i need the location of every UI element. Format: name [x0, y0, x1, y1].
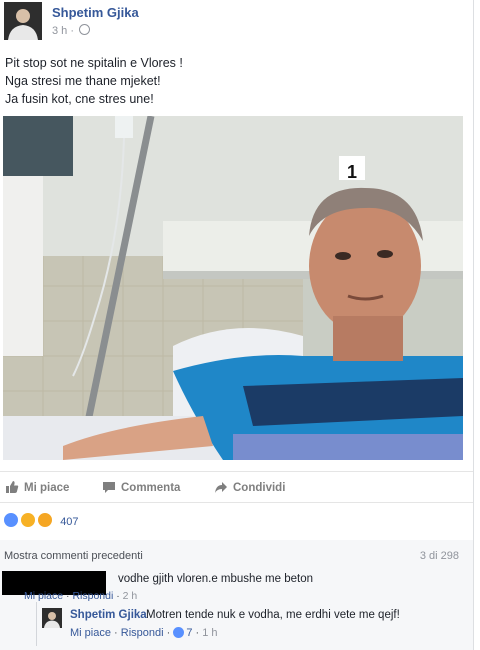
reply-text: Motren tende nuk e vodha, me erdhi vete …	[146, 609, 400, 621]
post-meta: 3 h ·	[52, 24, 91, 37]
like-button[interactable]: Mi piace	[5, 480, 69, 494]
reply-like-link[interactable]: Mi piace	[70, 627, 111, 639]
like-reaction-icon	[3, 512, 19, 528]
reply-actions: Mi piace · Rispondi · 7 · 1 h	[70, 627, 218, 639]
sad-reaction-icon	[20, 512, 37, 528]
show-previous-comments[interactable]: Mostra commenti precedenti	[4, 550, 143, 562]
reply-thread-line	[36, 602, 37, 646]
post-text: Pit stop sot ne spitalin e Vlores ! Nga …	[5, 54, 183, 108]
reply-author[interactable]: Shpetim Gjika	[70, 609, 147, 621]
divider	[0, 502, 473, 503]
post-photo[interactable]: 1	[3, 116, 463, 460]
like-count-icon	[173, 627, 185, 638]
author-avatar[interactable]	[4, 2, 42, 40]
action-bar: Mi piace Commenta Condividi	[0, 476, 473, 500]
comment-like-link[interactable]: Mi piace	[24, 590, 63, 602]
post-line: Nga stresi me thane mjeket!	[5, 74, 161, 88]
globe-icon	[79, 24, 91, 35]
share-button[interactable]: Condividi	[214, 480, 285, 494]
post-time[interactable]: 3 h	[52, 25, 67, 37]
reaction-count: 407	[60, 516, 79, 528]
comment-button[interactable]: Commenta	[102, 480, 180, 494]
thumbs-up-icon	[6, 481, 19, 493]
reply-time[interactable]: 1 h	[202, 627, 217, 639]
share-icon	[215, 482, 227, 493]
comment-icon	[103, 482, 115, 493]
reply-like-count[interactable]: 7	[186, 627, 192, 639]
comment-actions: Mi piace · Rispondi · 2 h	[24, 590, 138, 602]
post-line: Pit stop sot ne spitalin e Vlores !	[5, 56, 183, 70]
comment-time[interactable]: 2 h	[123, 590, 138, 602]
reply-reply-link[interactable]: Rispondi	[121, 627, 164, 639]
room-number: 1	[347, 162, 357, 182]
divider	[0, 471, 473, 472]
comment-text: vodhe gjith vloren.e mbushe me beton	[118, 573, 313, 585]
post-line: Ja fusin kot, cne stres une!	[5, 92, 154, 106]
post-card: Shpetim Gjika 3 h · Pit stop sot ne spit…	[0, 0, 474, 650]
reactions-summary[interactable]: 407	[3, 512, 79, 528]
wow-reaction-icon	[37, 512, 54, 528]
post-author[interactable]: Shpetim Gjika	[52, 5, 139, 20]
comment-count: 3 di 298	[419, 550, 459, 562]
reply-avatar[interactable]	[42, 608, 62, 628]
comment-reply-link[interactable]: Rispondi	[72, 590, 113, 602]
